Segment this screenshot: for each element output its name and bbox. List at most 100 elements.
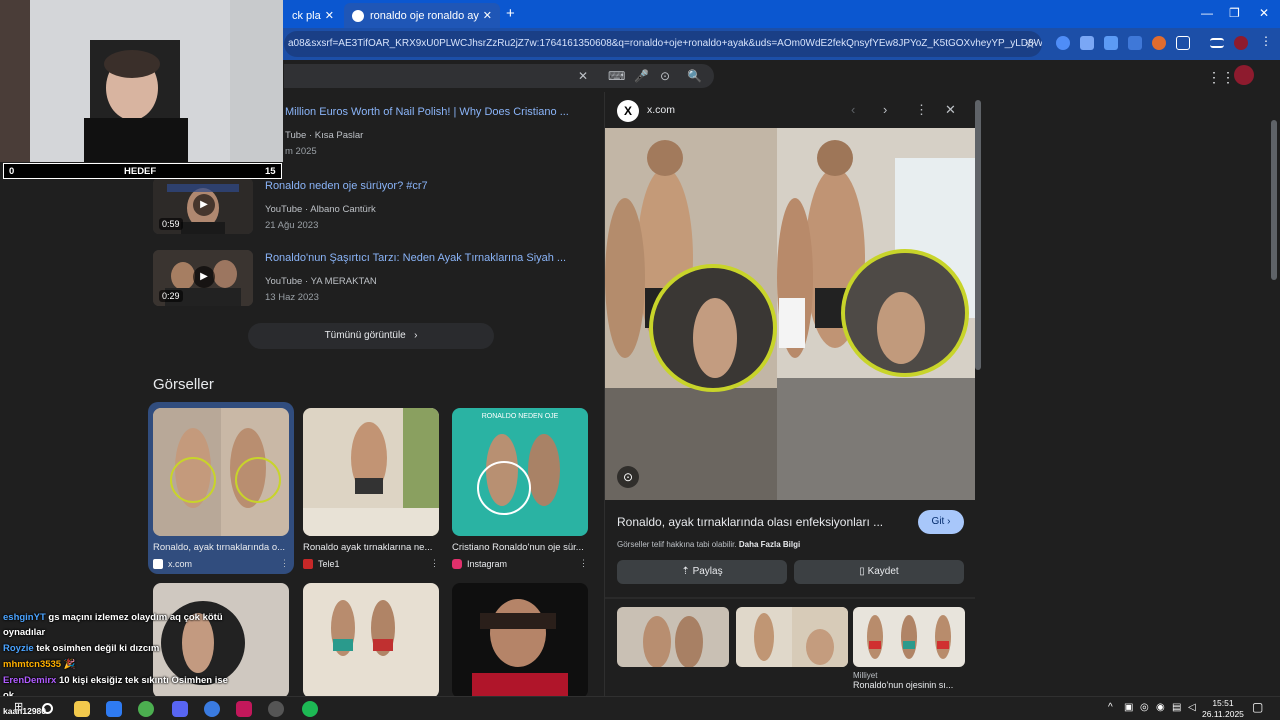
video-date: 13 Haz 2023	[265, 292, 319, 303]
image-thumbnail[interactable]	[303, 583, 439, 698]
related-thumbnail[interactable]	[617, 607, 729, 667]
chevron-right-icon: ›	[947, 516, 951, 527]
save-button[interactable]: ▯ Kaydet	[794, 560, 964, 584]
clock[interactable]: 15:51 26.11.2025	[1202, 698, 1244, 720]
goal-counter: 0 HEDEF 15	[3, 163, 282, 179]
image-thumbnail-picture	[452, 583, 588, 698]
previous-icon[interactable]: ‹	[851, 102, 855, 117]
visit-button[interactable]: Git ›	[918, 510, 964, 534]
browser-menu-icon[interactable]: ⋮	[1260, 34, 1274, 48]
keyboard-icon[interactable]: ⌨	[608, 69, 625, 83]
lens-icon[interactable]: ⊙	[660, 69, 670, 83]
minimize-icon[interactable]: —	[1201, 6, 1213, 20]
image-result[interactable]: Ronaldo ayak tırnaklarına ne... Tele1 ⋮	[303, 408, 447, 569]
reading-list-icon[interactable]	[1210, 38, 1224, 48]
clear-search-icon[interactable]: ✕	[578, 69, 588, 83]
image-result[interactable]	[303, 583, 447, 698]
bookmark-star-icon[interactable]: ☆	[1024, 31, 1036, 57]
video-thumbnail[interactable]: ▶ 0:29	[153, 250, 253, 306]
more-options-icon[interactable]: ⋮	[280, 558, 289, 569]
steam-icon[interactable]: ◉	[1156, 702, 1165, 713]
related-thumbnail[interactable]	[736, 607, 848, 667]
tray-icon[interactable]: ▣	[1124, 702, 1133, 713]
panel-scrollbar[interactable]	[975, 100, 981, 690]
image-title: Ronaldo, ayak tırnaklarında o...	[153, 542, 286, 553]
related-image[interactable]: Milliyet Ronaldo'nun ojesinin sı...	[853, 607, 965, 690]
x-app-icon[interactable]	[236, 701, 252, 717]
image-thumbnail[interactable]	[153, 408, 289, 536]
volume-icon[interactable]: ◁	[1188, 702, 1196, 713]
image-result[interactable]: Ronaldo, ayak tırnaklarında o... x.com ⋮	[153, 408, 297, 569]
chat-user: ErenDemirx	[3, 675, 57, 686]
obs-icon[interactable]	[268, 701, 284, 717]
webcam-overlay	[0, 0, 283, 162]
close-preview-icon[interactable]: ✕	[945, 102, 956, 118]
headset-icon[interactable]: ◎	[1140, 702, 1149, 713]
google-lens-icon[interactable]: ⊙	[617, 466, 639, 488]
panel-scroll-thumb[interactable]	[975, 100, 981, 370]
related-image[interactable]	[736, 607, 848, 667]
chat-user: Royzie	[3, 643, 34, 654]
image-source: Tele1	[318, 558, 340, 569]
search-box[interactable]: ✕ ⌨ 🎤 ⊙ 🔍	[284, 64, 714, 88]
x-logo-icon: X	[617, 100, 639, 122]
extension-icon[interactable]	[1152, 36, 1166, 50]
page-scroll-thumb[interactable]	[1271, 120, 1277, 280]
image-thumbnail[interactable]	[303, 408, 439, 536]
file-explorer-icon[interactable]	[74, 701, 90, 717]
video-title[interactable]: Ronaldo neden oje sürüyor? #cr7	[265, 180, 428, 192]
tab-other-close-icon[interactable]: ✕	[325, 9, 334, 22]
related-image[interactable]	[617, 607, 729, 667]
image-thumbnail[interactable]: RONALDO NEDEN OJE	[452, 408, 588, 536]
search-icon[interactable]: 🔍	[687, 69, 702, 83]
preview-title[interactable]: Ronaldo, ayak tırnaklarında olası enfeks…	[617, 515, 883, 529]
share-label: Paylaş	[692, 566, 723, 577]
extension-icon[interactable]	[1056, 36, 1070, 50]
taskbar: ⊞ kaan12980 ^ ▣ ◎ ◉ ▤ ◁ 15:51 26.11.2025…	[0, 696, 1280, 720]
tab-other[interactable]: ck platfor ✕	[284, 3, 342, 28]
profile-avatar[interactable]	[1234, 36, 1248, 50]
extensions-puzzle-icon[interactable]	[1176, 36, 1190, 50]
tab-google-search[interactable]: ronaldo oje ronaldo ayak - Goo ✕	[344, 3, 500, 28]
tab-google-close-icon[interactable]: ✕	[483, 9, 492, 22]
chat-user: mhmtcn3535	[3, 659, 62, 670]
video-thumbnail[interactable]: ▶ 0:59	[153, 178, 253, 234]
restore-icon[interactable]: ❐	[1229, 6, 1240, 20]
show-all-button[interactable]: Tümünü görüntüle ›	[248, 323, 494, 349]
spotify-icon[interactable]	[302, 701, 318, 717]
more-options-icon[interactable]: ⋮	[915, 102, 928, 118]
image-result[interactable]	[452, 583, 596, 698]
next-icon[interactable]: ›	[883, 102, 887, 117]
related-thumbnail[interactable]	[853, 607, 965, 667]
network-icon[interactable]: ▤	[1172, 702, 1181, 713]
notifications-icon[interactable]: ▢	[1252, 700, 1263, 714]
chat-user: eshginYT	[3, 612, 46, 623]
video-title[interactable]: Million Euros Worth of Nail Polish! | Wh…	[285, 106, 569, 118]
extension-icon[interactable]	[1128, 36, 1142, 50]
url-field[interactable]: a08&sxsrf=AE3TifOAR_KRX9xU0PLWCJhsrZzRu2…	[284, 31, 1042, 57]
learn-more-link[interactable]: Daha Fazla Bilgi	[739, 540, 800, 549]
tray-chevron-icon[interactable]: ^	[1108, 702, 1113, 713]
clock-time: 15:51	[1212, 698, 1234, 708]
video-result[interactable]: ▶ 0:59 Ronaldo neden oje sürüyor? #cr7 Y…	[153, 178, 593, 238]
mic-icon[interactable]: 🎤	[634, 69, 649, 83]
video-title[interactable]: Ronaldo'nun Şaşırtıcı Tarzı: Neden Ayak …	[265, 252, 566, 264]
preview-site-name[interactable]: x.com	[647, 104, 675, 116]
google-account-avatar[interactable]	[1234, 65, 1254, 85]
new-tab-button[interactable]: +	[506, 5, 515, 22]
discord-icon[interactable]	[172, 701, 188, 717]
more-options-icon[interactable]: ⋮	[430, 558, 439, 569]
share-button[interactable]: ⇡ Paylaş	[617, 560, 787, 584]
extension-icon[interactable]	[1104, 36, 1118, 50]
preview-image[interactable]	[605, 128, 975, 500]
image-thumbnail[interactable]	[452, 583, 588, 698]
image-source-row: x.com ⋮	[153, 558, 289, 569]
more-options-icon[interactable]: ⋮	[579, 558, 588, 569]
window-close-icon[interactable]: ✕	[1259, 6, 1269, 20]
chrome-icon[interactable]	[138, 701, 154, 717]
chrome-active-icon[interactable]	[204, 701, 220, 717]
video-result[interactable]: ▶ 0:29 Ronaldo'nun Şaşırtıcı Tarzı: Nede…	[153, 250, 593, 310]
taskbar-app-icon[interactable]	[106, 701, 122, 717]
image-result[interactable]: RONALDO NEDEN OJE Cristiano Ronaldo'nun …	[452, 408, 596, 569]
extension-icon[interactable]	[1080, 36, 1094, 50]
